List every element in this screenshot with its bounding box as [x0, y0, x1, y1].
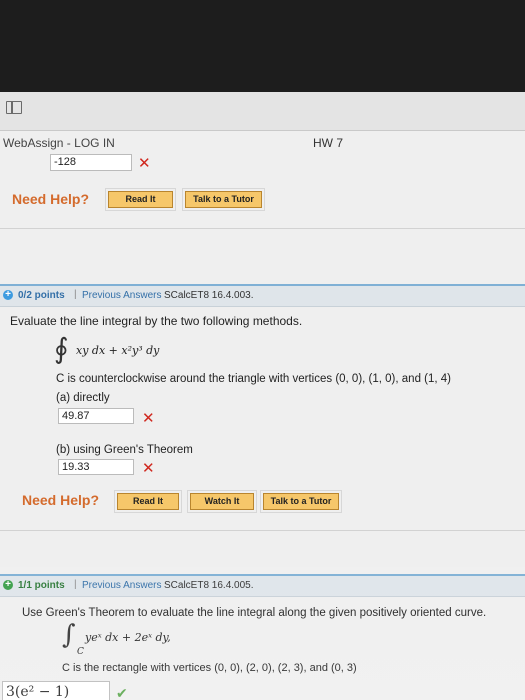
previous-answer-field[interactable]: -128 [50, 154, 132, 171]
contour-integral-icon: ∮ [54, 332, 69, 365]
dark-top-bezel [0, 0, 525, 92]
expand-icon[interactable]: + [3, 580, 13, 590]
toolbar [0, 92, 525, 131]
sidebar-toggle-icon[interactable] [6, 101, 22, 114]
integral-icon: ∫ [62, 620, 76, 650]
curve-condition: C is the rectangle with vertices (0, 0),… [62, 662, 357, 674]
part-b-label: (b) using Green's Theorem [56, 444, 193, 456]
question-header: + 1/1 points | Previous Answers SCalcET8… [0, 574, 525, 597]
question-prompt: Use Green's Theorem to evaluate the line… [22, 607, 487, 619]
section-divider [0, 228, 525, 229]
question-prompt: Evaluate the line integral by the two fo… [10, 314, 303, 328]
read-it-button[interactable]: Read It [105, 188, 176, 211]
watch-it-button[interactable]: Watch It [187, 490, 257, 513]
problem-code: SCalcET8 16.4.005. [164, 580, 254, 591]
talk-to-tutor-button[interactable]: Talk to a Tutor [182, 188, 265, 211]
problem-code: SCalcET8 16.4.003. [164, 290, 254, 301]
separator: | [74, 289, 77, 300]
previous-answers-link[interactable]: Previous Answers [82, 290, 161, 301]
window-title-right: HW 7 [313, 136, 343, 150]
integrand: xy dx + x²y³ dy [76, 344, 160, 357]
part-b-answer-field[interactable]: 19.33 [58, 459, 134, 475]
read-it-button[interactable]: Read It [114, 490, 182, 513]
incorrect-icon: ✕ [138, 155, 151, 172]
section-divider [0, 530, 525, 531]
points-label: 0/2 points [18, 290, 65, 301]
expand-icon[interactable]: + [3, 290, 13, 300]
screen: WebAssign - LOG IN HW 7 -128 ✕ Need Help… [0, 0, 525, 700]
question-header: + 0/2 points | Previous Answers SCalcET8… [0, 284, 525, 307]
window-title-left: WebAssign - LOG IN [3, 136, 115, 150]
need-help-label: Need Help? [22, 492, 100, 508]
integral-subscript: C [77, 647, 84, 657]
part-a-label: (a) directly [56, 392, 110, 404]
incorrect-icon: ✕ [142, 460, 155, 477]
separator: | [74, 579, 77, 590]
answer-field[interactable]: 3(e² − 1) [2, 681, 110, 700]
integrand: yeˣ dx + 2eˣ dy, [85, 631, 171, 644]
need-help-label: Need Help? [12, 191, 90, 207]
points-label: 1/1 points [18, 580, 65, 591]
curve-condition: C is counterclockwise around the triangl… [56, 373, 452, 385]
correct-icon: ✔ [116, 685, 128, 700]
previous-answers-link[interactable]: Previous Answers [82, 580, 161, 591]
part-a-answer-field[interactable]: 49.87 [58, 408, 134, 424]
talk-to-tutor-button[interactable]: Talk to a Tutor [260, 490, 342, 513]
incorrect-icon: ✕ [142, 410, 155, 427]
